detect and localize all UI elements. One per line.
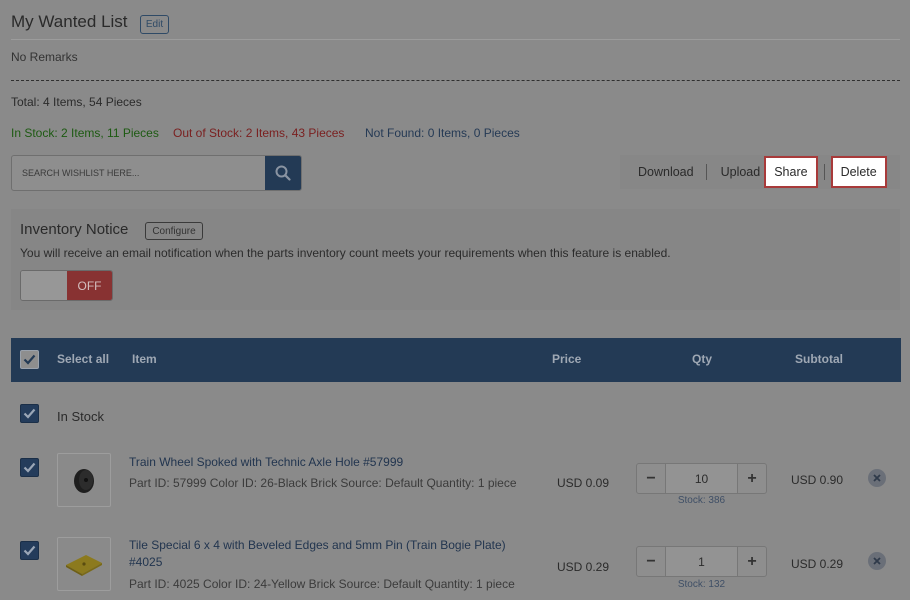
total-summary: Total: 4 Items, 54 Pieces — [11, 95, 142, 109]
remove-item-button[interactable] — [868, 469, 886, 487]
page-title: My Wanted List — [11, 12, 128, 31]
item-subtotal: USD 0.29 — [791, 557, 844, 571]
quantity-value[interactable]: 1 — [665, 547, 738, 576]
delete-button[interactable]: Delete — [830, 156, 887, 188]
close-icon — [873, 474, 881, 482]
increment-button[interactable]: + — [738, 547, 766, 576]
wishlist-search — [11, 155, 302, 191]
row-checkbox[interactable] — [20, 458, 39, 477]
not-found-summary[interactable]: Not Found: 0 Items, 0 Pieces — [365, 126, 520, 140]
separator — [823, 164, 825, 180]
close-icon — [873, 557, 881, 565]
item-title-line[interactable]: #4025 — [129, 554, 506, 571]
part-thumbnail[interactable] — [57, 537, 111, 591]
divider — [11, 39, 900, 40]
search-input[interactable] — [12, 156, 267, 190]
out-of-stock-summary[interactable]: Out of Stock: 2 Items, 43 Pieces — [173, 126, 344, 140]
download-button[interactable]: Download — [620, 155, 706, 189]
item-subtotal: USD 0.90 — [791, 473, 844, 487]
column-subtotal: Subtotal — [795, 352, 843, 366]
notification-toggle[interactable]: OFF — [20, 270, 113, 301]
item-meta: Part ID: 57999 Color ID: 26-Black Brick … — [129, 476, 517, 490]
select-all-label[interactable]: Select all — [57, 352, 109, 366]
column-qty: Qty — [692, 352, 713, 366]
share-button[interactable]: Share — [764, 156, 818, 188]
checkmark-icon — [23, 354, 36, 365]
quantity-stepper: − 1 + — [636, 546, 767, 577]
remove-item-button[interactable] — [868, 552, 886, 570]
decrement-button[interactable]: − — [637, 464, 665, 493]
quantity-value[interactable]: 10 — [665, 464, 738, 493]
item-price: USD 0.29 — [557, 560, 610, 574]
remarks-text: No Remarks — [11, 50, 78, 64]
dashed-divider — [11, 80, 900, 81]
tile-plate-image — [66, 555, 102, 576]
select-all-checkbox[interactable] — [20, 350, 39, 369]
increment-button[interactable]: + — [738, 464, 766, 493]
configure-button[interactable]: Configure — [145, 222, 203, 240]
quantity-stepper: − 10 + — [636, 463, 767, 494]
row-checkbox[interactable] — [20, 541, 39, 560]
checkmark-icon — [23, 408, 36, 419]
column-item: Item — [132, 352, 157, 366]
item-title-line[interactable]: Tile Special 6 x 4 with Beveled Edges an… — [129, 537, 506, 554]
wishlist-actions: Download Upload Share Delete — [620, 155, 900, 189]
inventory-notice-title: Inventory Notice — [20, 221, 129, 238]
item-title-link[interactable]: Tile Special 6 x 4 with Beveled Edges an… — [129, 537, 506, 571]
edit-title-button[interactable]: Edit — [140, 15, 169, 34]
inventory-notice-text: You will receive an email notification w… — [20, 246, 671, 260]
decrement-button[interactable]: − — [637, 547, 665, 576]
section-label: In Stock — [57, 409, 104, 424]
toggle-state-label: OFF — [67, 271, 112, 300]
column-price: Price — [552, 352, 582, 366]
item-meta: Part ID: 4025 Color ID: 24-Yellow Brick … — [129, 577, 515, 591]
item-title-link[interactable]: Train Wheel Spoked with Technic Axle Hol… — [129, 454, 403, 471]
section-checkbox[interactable] — [20, 404, 39, 423]
checkmark-icon — [23, 462, 36, 473]
stock-count: Stock: 132 — [677, 579, 726, 590]
train-wheel-image — [74, 469, 94, 493]
toggle-knob — [21, 271, 68, 300]
search-icon — [275, 165, 291, 181]
stock-count: Stock: 386 — [677, 495, 726, 506]
search-button[interactable] — [265, 156, 301, 190]
checkmark-icon — [23, 545, 36, 556]
in-stock-summary[interactable]: In Stock: 2 Items, 11 Pieces — [11, 126, 159, 140]
part-thumbnail[interactable] — [57, 453, 111, 507]
item-price: USD 0.09 — [557, 476, 610, 490]
